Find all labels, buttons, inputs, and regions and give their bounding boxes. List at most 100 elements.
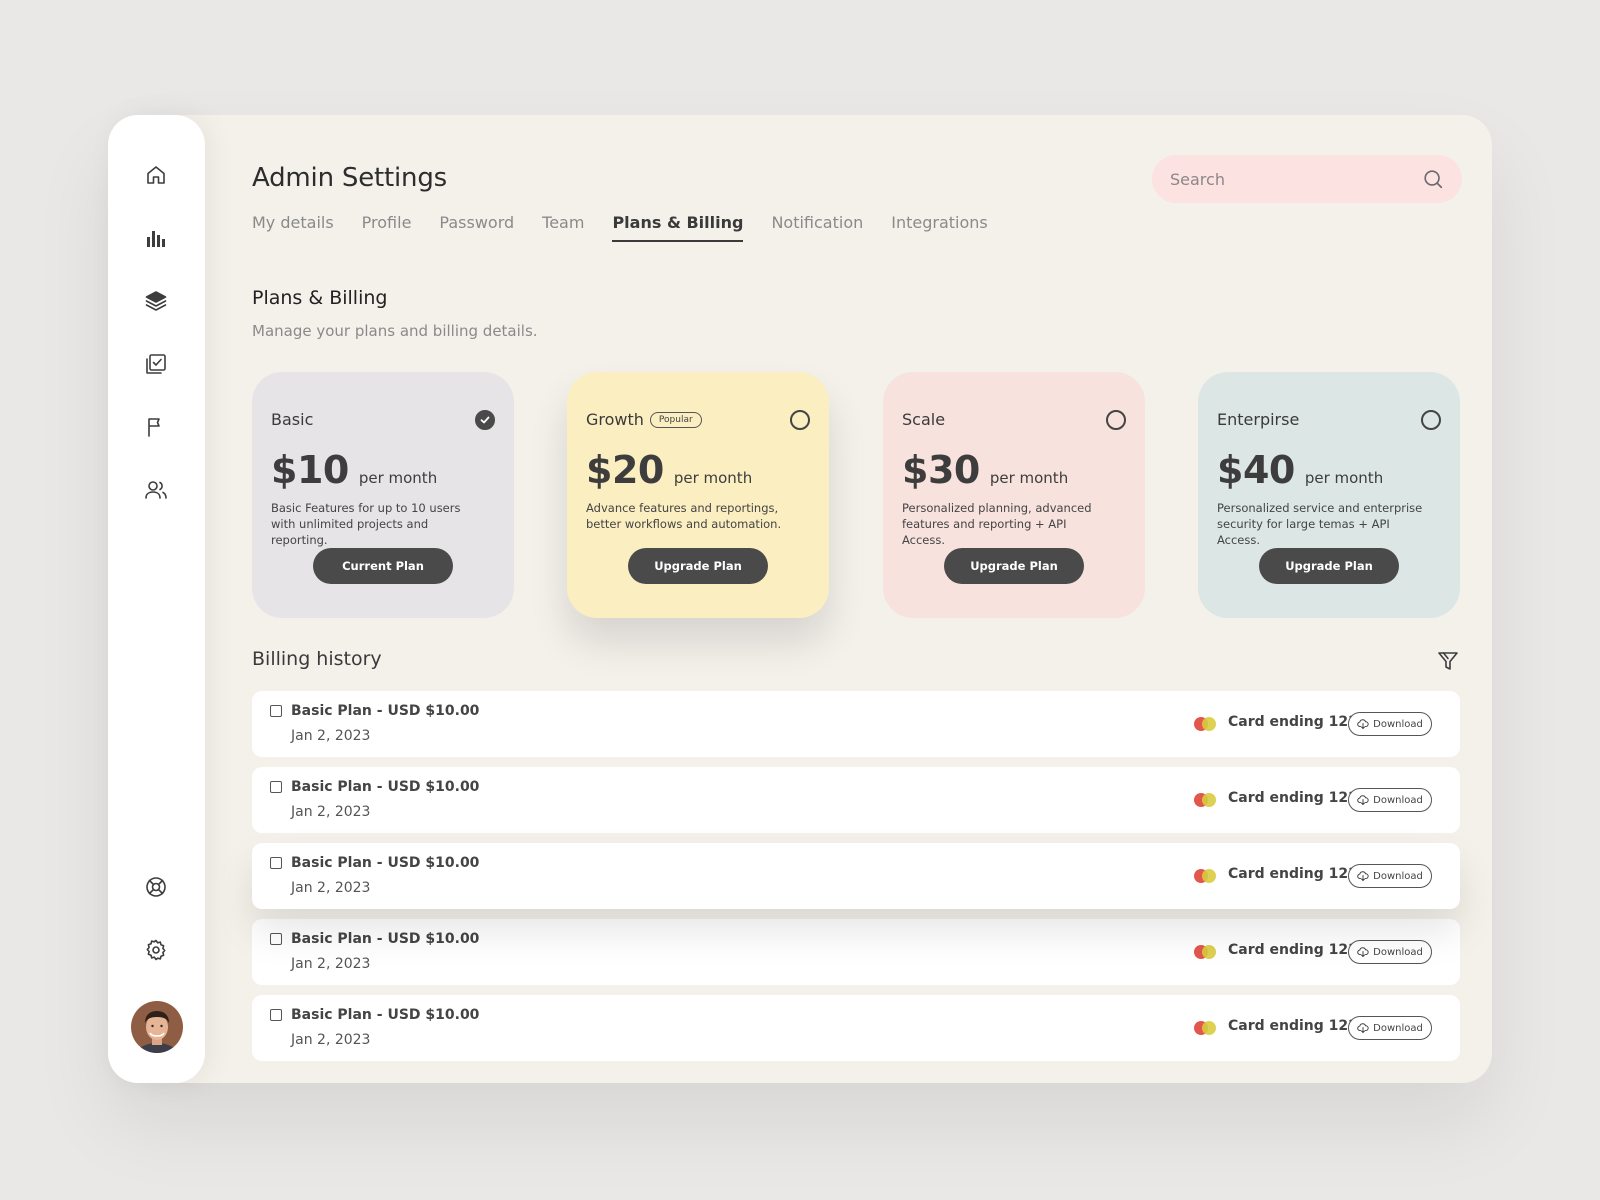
settings-tabs: My details Profile Password Team Plans &… xyxy=(252,213,988,242)
tab-my-details[interactable]: My details xyxy=(252,213,334,242)
plan-select-radio[interactable] xyxy=(790,410,810,430)
plan-select-radio[interactable] xyxy=(1106,410,1126,430)
current-plan-button[interactable]: Current Plan xyxy=(313,548,453,584)
sidebar-item-settings[interactable] xyxy=(136,930,176,970)
plan-card-scale: Scale $30 per month Personalized plannin… xyxy=(883,372,1145,618)
row-checkbox[interactable] xyxy=(270,781,282,793)
download-button[interactable]: Download xyxy=(1348,712,1432,736)
plan-price: $20 per month xyxy=(586,448,752,492)
download-button[interactable]: Download xyxy=(1348,940,1432,964)
price-amount: $30 xyxy=(902,448,980,492)
card-brand-icon xyxy=(1194,945,1216,959)
avatar[interactable] xyxy=(131,1001,183,1053)
download-label: Download xyxy=(1373,946,1423,958)
table-row: Basic Plan - USD $10.00 Jan 2, 2023 Card… xyxy=(252,691,1460,757)
app-window: Admin Settings My details Profile Passwo… xyxy=(108,115,1492,1083)
row-title: Basic Plan - USD $10.00 xyxy=(291,703,480,719)
sidebar-item-layers[interactable] xyxy=(136,281,176,321)
main-content: Admin Settings My details Profile Passwo… xyxy=(252,115,1472,1083)
row-checkbox[interactable] xyxy=(270,1009,282,1021)
filter-icon[interactable] xyxy=(1436,649,1460,673)
billing-history-title: Billing history xyxy=(252,648,382,670)
plans-section-subtitle: Manage your plans and billing details. xyxy=(252,322,538,340)
plan-price: $30 per month xyxy=(902,448,1068,492)
row-title: Basic Plan - USD $10.00 xyxy=(291,779,480,795)
plan-card-basic: Basic $10 per month Basic Features for u… xyxy=(252,372,514,618)
plan-card-growth: Growth Popular $20 per month Advance fea… xyxy=(567,372,829,618)
bar-chart-icon xyxy=(147,231,165,247)
check-icon xyxy=(480,416,490,424)
row-checkbox[interactable] xyxy=(270,857,282,869)
plan-name-text: Growth xyxy=(586,410,644,429)
tab-password[interactable]: Password xyxy=(439,213,514,242)
support-icon xyxy=(146,877,166,897)
table-row: Basic Plan - USD $10.00 Jan 2, 2023 Card… xyxy=(252,843,1460,909)
cloud-download-icon xyxy=(1357,795,1369,805)
plan-price: $10 per month xyxy=(271,448,437,492)
card-label: Card ending 1234 xyxy=(1228,1018,1368,1034)
card-label: Card ending 1234 xyxy=(1228,942,1368,958)
plan-description: Personalized planning, advanced features… xyxy=(902,501,1092,547)
plans-section-title: Plans & Billing xyxy=(252,287,388,309)
sidebar-item-home[interactable] xyxy=(136,155,176,195)
search-icon[interactable] xyxy=(1422,168,1444,190)
price-amount: $40 xyxy=(1217,448,1295,492)
gear-icon xyxy=(146,939,166,961)
download-button[interactable]: Download xyxy=(1348,788,1432,812)
row-date: Jan 2, 2023 xyxy=(291,728,371,744)
search-input[interactable] xyxy=(1170,155,1420,203)
flag-icon xyxy=(148,418,160,437)
sidebar-item-tasks[interactable] xyxy=(136,344,176,384)
page-title: Admin Settings xyxy=(252,163,447,193)
plan-cards: Basic $10 per month Basic Features for u… xyxy=(252,372,1460,618)
plan-name: Growth Popular xyxy=(586,410,702,429)
tab-notification[interactable]: Notification xyxy=(771,213,863,242)
popular-badge: Popular xyxy=(649,411,702,428)
sidebar-item-support[interactable] xyxy=(136,867,176,907)
card-brand-icon xyxy=(1194,1021,1216,1035)
upgrade-plan-button[interactable]: Upgrade Plan xyxy=(628,548,768,584)
download-button[interactable]: Download xyxy=(1348,1016,1432,1040)
price-period: per month xyxy=(358,469,438,487)
cloud-download-icon xyxy=(1357,1023,1369,1033)
upgrade-plan-button[interactable]: Upgrade Plan xyxy=(1259,548,1399,584)
price-amount: $10 xyxy=(271,448,349,492)
plan-name: Enterpirse xyxy=(1217,410,1299,429)
row-date: Jan 2, 2023 xyxy=(291,1032,371,1048)
sidebar-item-users[interactable] xyxy=(136,470,176,510)
plan-description: Basic Features for up to 10 users with u… xyxy=(271,501,461,547)
plan-name-text: Basic xyxy=(271,410,314,429)
row-checkbox[interactable] xyxy=(270,705,282,717)
table-row: Basic Plan - USD $10.00 Jan 2, 2023 Card… xyxy=(252,767,1460,833)
upgrade-plan-button[interactable]: Upgrade Plan xyxy=(944,548,1084,584)
download-label: Download xyxy=(1373,870,1423,882)
download-button[interactable]: Download xyxy=(1348,864,1432,888)
row-checkbox[interactable] xyxy=(270,933,282,945)
card-brand-icon xyxy=(1194,869,1216,883)
layers-icon xyxy=(145,291,167,311)
row-title: Basic Plan - USD $10.00 xyxy=(291,855,480,871)
price-period: per month xyxy=(989,469,1069,487)
row-date: Jan 2, 2023 xyxy=(291,804,371,820)
card-brand-icon xyxy=(1194,717,1216,731)
plan-name-text: Enterpirse xyxy=(1217,410,1300,429)
plan-select-radio[interactable] xyxy=(475,410,495,430)
sidebar-item-reports[interactable] xyxy=(136,407,176,447)
download-label: Download xyxy=(1373,1022,1423,1034)
search-bar[interactable] xyxy=(1152,155,1462,203)
download-label: Download xyxy=(1373,794,1423,806)
sidebar-item-analytics[interactable] xyxy=(136,218,176,258)
row-date: Jan 2, 2023 xyxy=(291,880,371,896)
cloud-download-icon xyxy=(1357,719,1369,729)
tab-integrations[interactable]: Integrations xyxy=(891,213,988,242)
tab-plans-billing[interactable]: Plans & Billing xyxy=(612,213,744,242)
tab-profile[interactable]: Profile xyxy=(362,213,412,242)
card-brand-icon xyxy=(1194,793,1216,807)
plan-select-radio[interactable] xyxy=(1421,410,1441,430)
card-label: Card ending 1234 xyxy=(1228,790,1368,806)
cloud-download-icon xyxy=(1357,947,1369,957)
row-title: Basic Plan - USD $10.00 xyxy=(291,1007,480,1023)
plan-description: Personalized service and enterprise secu… xyxy=(1217,501,1423,547)
plan-name: Scale xyxy=(902,410,945,429)
tab-team[interactable]: Team xyxy=(542,213,584,242)
